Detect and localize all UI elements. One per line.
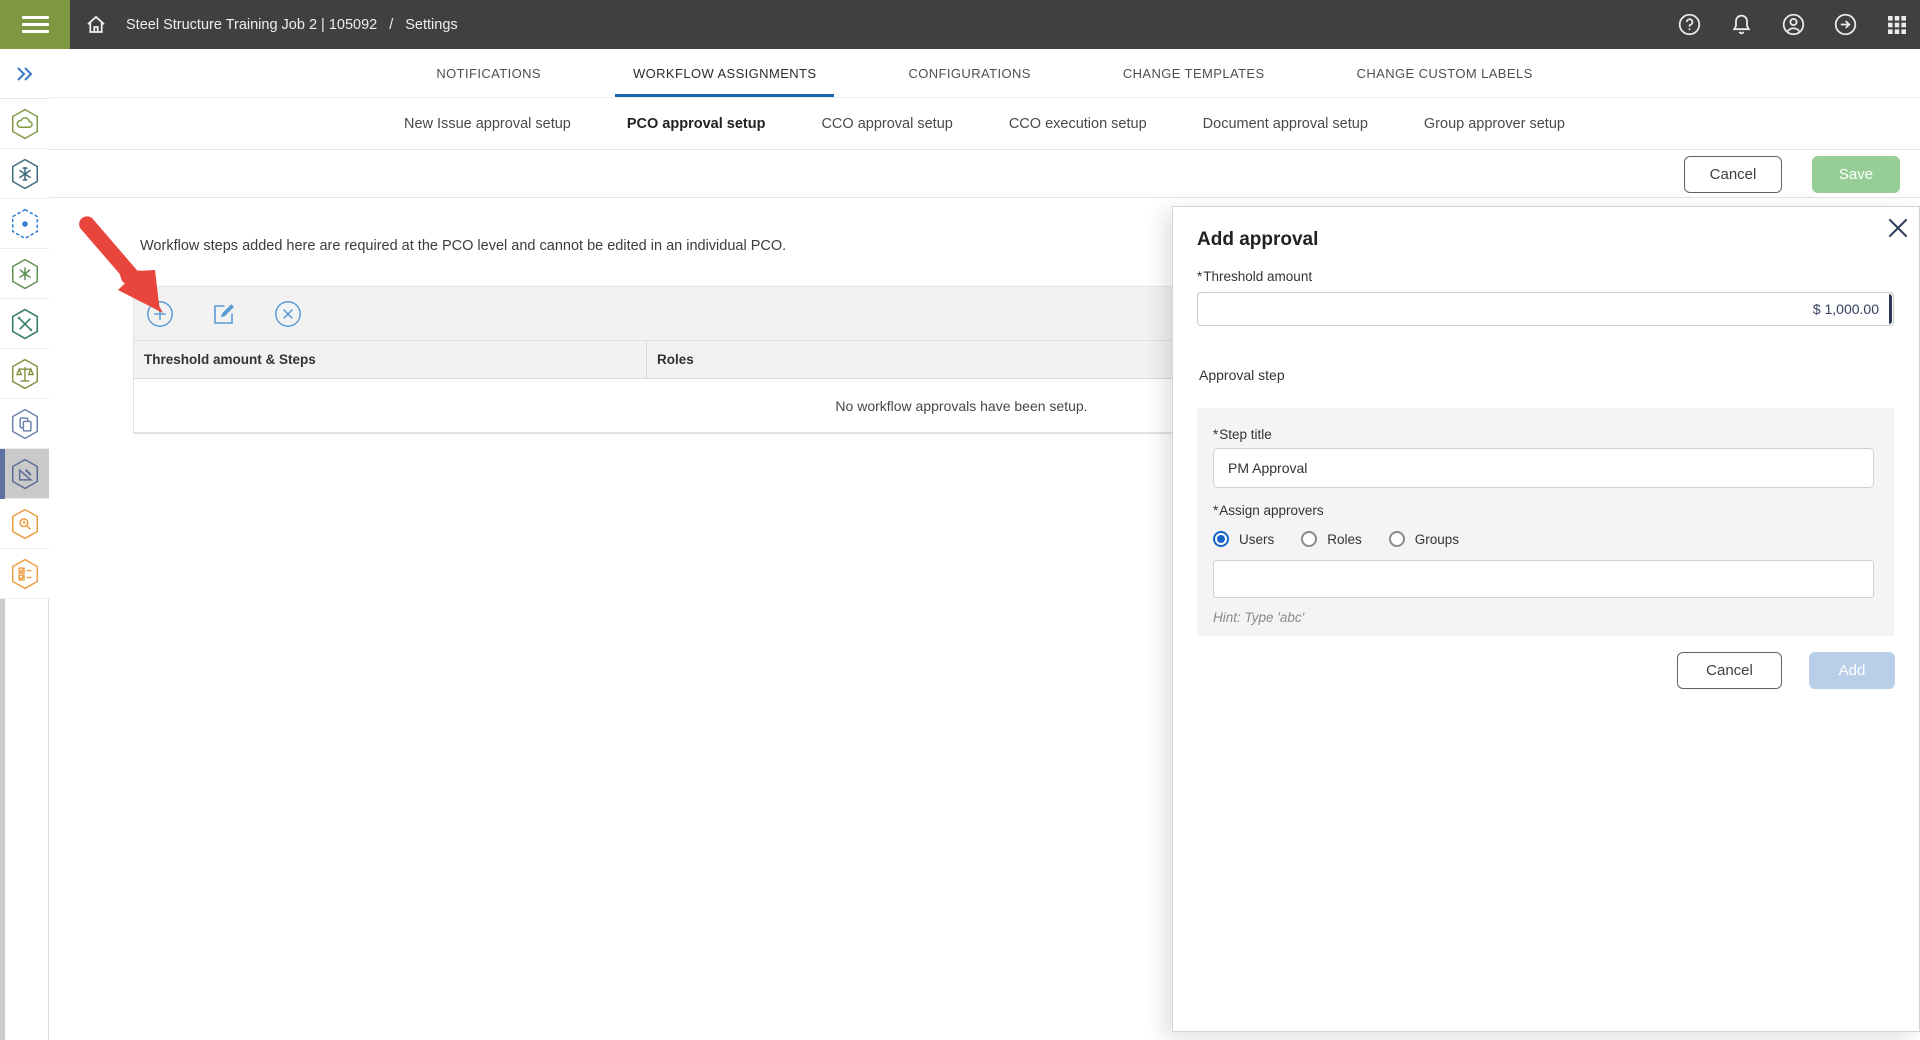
save-button[interactable]: Save xyxy=(1812,156,1900,193)
assign-approvers-label: *Assign approvers xyxy=(1213,503,1324,518)
radio-roles-label: Roles xyxy=(1327,532,1362,547)
secondary-tab-bar: New Issue approval setup PCO approval se… xyxy=(49,98,1920,150)
column-header-threshold[interactable]: Threshold amount & Steps xyxy=(134,341,647,378)
subtab-pco-approval-setup[interactable]: PCO approval setup xyxy=(627,116,766,132)
panel-title: Add approval xyxy=(1197,229,1318,251)
radio-groups-label: Groups xyxy=(1415,532,1459,547)
workflow-description: Workflow steps added here are required a… xyxy=(140,238,786,254)
edit-icon[interactable] xyxy=(210,300,238,328)
tab-change-templates[interactable]: CHANGE TEMPLATES xyxy=(1123,49,1265,97)
cancel-button[interactable]: Cancel xyxy=(1684,156,1782,193)
expand-chevrons-icon[interactable] xyxy=(0,49,49,99)
radio-circle-groups xyxy=(1389,531,1405,547)
page-action-band: Cancel Save xyxy=(49,150,1920,198)
breadcrumb: Steel Structure Training Job 2 | 105092 … xyxy=(126,0,458,49)
tab-change-custom-labels[interactable]: CHANGE CUSTOM LABELS xyxy=(1357,49,1533,97)
radio-users-label: Users xyxy=(1239,532,1274,547)
sidebar-item-cloud-icon[interactable] xyxy=(0,99,49,149)
notifications-icon[interactable] xyxy=(1728,12,1754,38)
step-title-label: *Step title xyxy=(1213,427,1272,442)
radio-roles[interactable]: Roles xyxy=(1301,531,1362,547)
left-sidebar xyxy=(0,49,49,1040)
threshold-amount-input[interactable]: $ 1,000.00 xyxy=(1197,292,1894,326)
threshold-amount-value: $ 1,000.00 xyxy=(1813,301,1879,317)
sidebar-item-connections-icon[interactable] xyxy=(0,149,49,199)
top-bar: Steel Structure Training Job 2 | 105092 … xyxy=(0,0,1920,49)
sidebar-item-rays-icon[interactable] xyxy=(0,249,49,299)
tab-workflow-assignments[interactable]: WORKFLOW ASSIGNMENTS xyxy=(633,49,817,97)
add-approval-panel: Add approval *Threshold amount $ 1,000.0… xyxy=(1172,206,1920,1032)
sidebar-item-documents-icon[interactable] xyxy=(0,399,49,449)
close-icon[interactable] xyxy=(1881,211,1915,245)
sidebar-item-hub-icon[interactable] xyxy=(0,199,49,249)
account-icon[interactable] xyxy=(1780,12,1806,38)
radio-users[interactable]: Users xyxy=(1213,531,1274,547)
tab-configurations[interactable]: CONFIGURATIONS xyxy=(908,49,1030,97)
step-title-input[interactable]: PM Approval xyxy=(1213,448,1874,488)
sidebar-item-scales-icon[interactable] xyxy=(0,349,49,399)
radio-groups[interactable]: Groups xyxy=(1389,531,1459,547)
subtab-group-approver-setup[interactable]: Group approver setup xyxy=(1424,116,1565,132)
breadcrumb-page: Settings xyxy=(405,17,457,33)
approval-step-card: *Step title PM Approval *Assign approver… xyxy=(1197,408,1894,636)
sidebar-active-indicator xyxy=(0,449,5,499)
sidebar-item-design-tools-icon[interactable] xyxy=(0,449,49,499)
threshold-amount-label: *Threshold amount xyxy=(1197,269,1312,284)
menu-icon[interactable] xyxy=(0,0,70,49)
tab-notifications[interactable]: NOTIFICATIONS xyxy=(436,49,541,97)
launch-icon[interactable] xyxy=(1832,12,1858,38)
subtab-document-approval-setup[interactable]: Document approval setup xyxy=(1203,116,1368,132)
approval-step-label: Approval step xyxy=(1199,367,1285,383)
approver-search-input[interactable] xyxy=(1213,560,1874,598)
home-icon[interactable] xyxy=(78,0,114,49)
panel-cancel-button[interactable]: Cancel xyxy=(1677,652,1782,689)
sidebar-item-crossed-tools-icon[interactable] xyxy=(0,299,49,349)
step-title-value: PM Approval xyxy=(1228,460,1307,476)
primary-tab-bar: NOTIFICATIONS WORKFLOW ASSIGNMENTS CONFI… xyxy=(49,49,1920,98)
radio-circle-users xyxy=(1213,531,1229,547)
breadcrumb-separator: / xyxy=(389,17,393,33)
approver-hint: Hint: Type 'abc' xyxy=(1213,610,1304,625)
topbar-icon-group xyxy=(1676,0,1910,49)
subtab-new-issue-approval-setup[interactable]: New Issue approval setup xyxy=(404,116,571,132)
approver-type-radio-group: Users Roles Groups xyxy=(1213,531,1459,547)
subtab-cco-execution-setup[interactable]: CCO execution setup xyxy=(1009,116,1147,132)
sidebar-item-checklist-icon[interactable] xyxy=(0,549,49,599)
breadcrumb-project[interactable]: Steel Structure Training Job 2 | 105092 xyxy=(126,17,377,33)
app-grid-icon[interactable] xyxy=(1884,12,1910,38)
subtab-cco-approval-setup[interactable]: CCO approval setup xyxy=(821,116,952,132)
hamburger-glyph xyxy=(22,16,49,33)
text-caret xyxy=(1889,294,1892,324)
add-icon[interactable] xyxy=(146,300,174,328)
required-marker: * xyxy=(1197,269,1202,284)
help-icon[interactable] xyxy=(1676,12,1702,38)
panel-add-button[interactable]: Add xyxy=(1809,652,1895,689)
sidebar-item-inspect-icon[interactable] xyxy=(0,499,49,549)
radio-circle-roles xyxy=(1301,531,1317,547)
delete-icon[interactable] xyxy=(274,300,302,328)
